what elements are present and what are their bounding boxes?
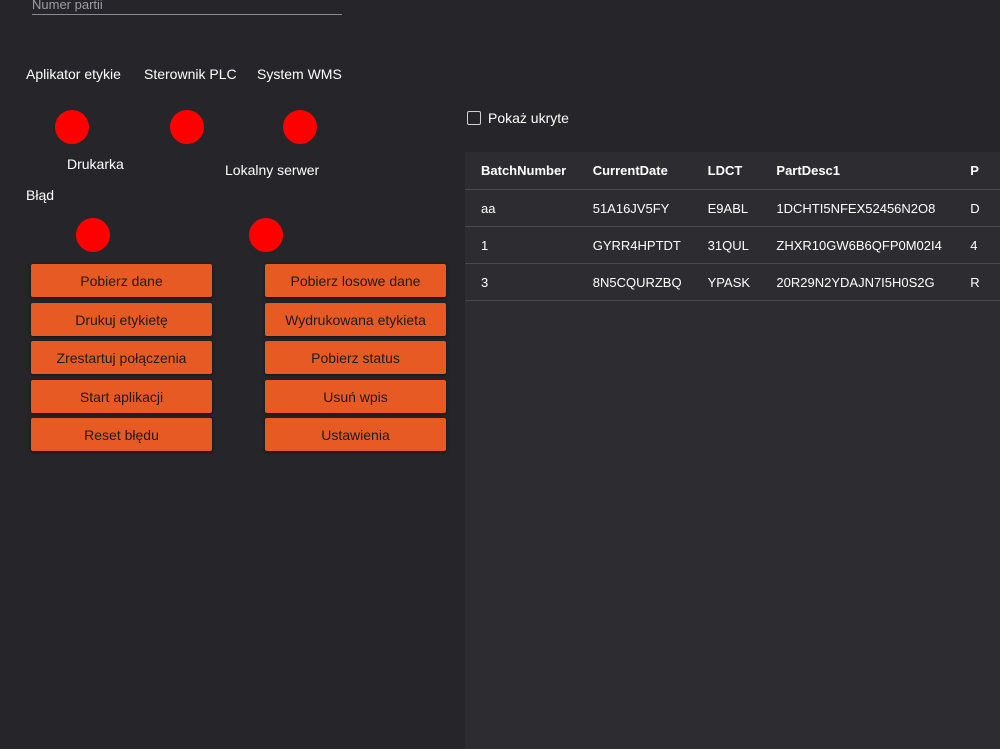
status-indicator-label-applicator [55, 110, 89, 144]
status-label-label-applicator: Aplikator etykie [26, 66, 121, 82]
status-label-wms: System WMS [257, 66, 342, 82]
show-hidden-checkbox[interactable] [467, 111, 481, 125]
table-header-row: BatchNumber CurrentDate LDCT PartDesc1 P [465, 152, 1000, 190]
cell-ldct: 31QUL [691, 226, 761, 264]
table-row[interactable]: 1 GYRR4HPTDT 31QUL ZHXR10GW6B6QFP0M02I4 … [465, 226, 1000, 264]
status-label-plc: Sterownik PLC [144, 66, 237, 82]
cell-ldct: YPASK [691, 263, 761, 301]
data-table: BatchNumber CurrentDate LDCT PartDesc1 P… [465, 152, 1000, 301]
fetch-random-data-button[interactable]: Pobierz losowe dane [265, 264, 446, 297]
cell-truncated: 4 [954, 226, 1000, 264]
restart-connections-button[interactable]: Zrestartuj połączenia [31, 341, 212, 374]
column-header-ldct[interactable]: LDCT [691, 152, 761, 190]
reset-error-button[interactable]: Reset błędu [31, 418, 212, 451]
cell-batch-number: 3 [465, 263, 577, 301]
cell-current-date: 51A16JV5FY [576, 189, 692, 227]
status-indicator-printer [76, 218, 110, 252]
cell-truncated: D [954, 189, 1000, 227]
column-header-current-date[interactable]: CurrentDate [576, 152, 692, 190]
column-header-truncated[interactable]: P [954, 152, 1000, 190]
fetch-data-button[interactable]: Pobierz dane [31, 264, 212, 297]
cell-batch-number: aa [465, 189, 577, 227]
cell-current-date: GYRR4HPTDT [576, 226, 692, 264]
cell-part-desc1: ZHXR10GW6B6QFP0M02I4 [760, 226, 955, 264]
column-header-part-desc1[interactable]: PartDesc1 [760, 152, 955, 190]
cell-batch-number: 1 [465, 226, 577, 264]
cell-part-desc1: 20R29N2YDAJN7I5H0S2G [760, 263, 955, 301]
status-indicator-plc [170, 110, 204, 144]
column-header-batch-number[interactable]: BatchNumber [465, 152, 577, 190]
settings-button[interactable]: Ustawienia [265, 418, 446, 451]
cell-part-desc1: 1DCHTI5NFEX52456N2O8 [760, 189, 955, 227]
status-label-printer: Drukarka [67, 156, 124, 172]
data-table-panel: BatchNumber CurrentDate LDCT PartDesc1 P… [465, 152, 1000, 749]
status-indicator-local-server [249, 218, 283, 252]
print-label-button[interactable]: Drukuj etykietę [31, 303, 212, 336]
cell-current-date: 8N5CQURZBQ [576, 263, 692, 301]
start-application-button[interactable]: Start aplikacji [31, 380, 212, 413]
cell-ldct: E9ABL [691, 189, 761, 227]
delete-entry-button[interactable]: Usuń wpis [265, 380, 446, 413]
status-label-error: Błąd [26, 187, 55, 203]
fetch-status-button[interactable]: Pobierz status [265, 341, 446, 374]
cell-truncated: R [954, 263, 1000, 301]
table-row[interactable]: aa 51A16JV5FY E9ABL 1DCHTI5NFEX52456N2O8… [465, 189, 1000, 227]
table-row[interactable]: 3 8N5CQURZBQ YPASK 20R29N2YDAJN7I5H0S2G … [465, 263, 1000, 301]
show-hidden-label: Pokaż ukryte [488, 110, 569, 126]
batch-number-input[interactable] [32, 0, 342, 15]
printed-label-button[interactable]: Wydrukowana etykieta [265, 303, 446, 336]
show-hidden-toggle[interactable]: Pokaż ukryte [467, 110, 569, 126]
status-indicator-wms [283, 110, 317, 144]
status-label-local-server: Lokalny serwer [225, 162, 320, 178]
